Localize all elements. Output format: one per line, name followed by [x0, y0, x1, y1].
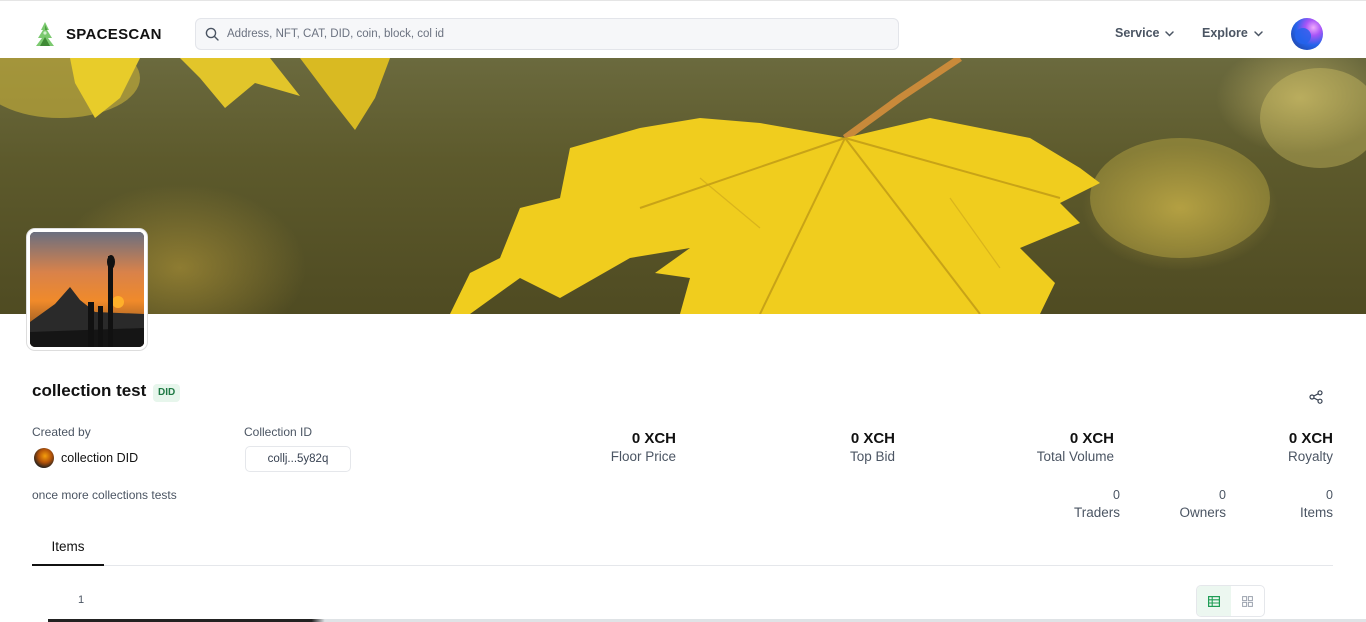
stat-value: 0 XCH [1069, 430, 1114, 447]
table-view-icon [1207, 595, 1220, 607]
chevron-down-icon [1165, 30, 1175, 37]
tab-bar: Items [32, 528, 1333, 566]
logo[interactable]: SPACESCAN [32, 21, 162, 47]
stat-label: Total Volume [1036, 449, 1114, 464]
search-bar[interactable] [195, 18, 899, 50]
stat-label: Royalty [1287, 449, 1333, 464]
nav-explore-label: Explore [1202, 26, 1248, 40]
grid-view-button[interactable] [1231, 586, 1265, 616]
creator-link[interactable]: collection DID [34, 448, 138, 468]
brand-name: SPACESCAN [66, 25, 162, 43]
count-value: 0 [1113, 488, 1120, 502]
count-label: Owners [1179, 505, 1226, 520]
stat-royalty: 0 XCH Royalty [1233, 430, 1333, 464]
view-toggle [1196, 585, 1265, 617]
stat-top-bid: 0 XCH Top Bid [795, 430, 895, 464]
user-avatar[interactable] [1291, 18, 1323, 50]
banner-image [0, 58, 1366, 314]
count-value: 0 [1326, 488, 1333, 502]
count-items: 0 Items [1253, 488, 1333, 520]
stat-floor-price: 0 XCH Floor Price [576, 430, 676, 464]
collection-avatar-image [30, 232, 144, 347]
page-number[interactable]: 1 [78, 594, 84, 606]
creator-avatar [34, 448, 54, 468]
count-value: 0 [1219, 488, 1226, 502]
share-icon [1309, 390, 1323, 404]
creator-name: collection DID [61, 451, 139, 465]
count-label: Traders [1073, 505, 1120, 520]
did-badge: DID [153, 384, 181, 402]
collection-description: once more collections tests [32, 488, 177, 502]
count-owners: 0 Owners [1146, 488, 1226, 520]
count-traders: 0 Traders [1040, 488, 1120, 520]
stat-label: Floor Price [610, 449, 676, 464]
nav-service[interactable]: Service [1115, 26, 1175, 40]
collection-banner [0, 58, 1366, 314]
stat-total-volume: 0 XCH Total Volume [994, 430, 1114, 464]
stat-value: 0 XCH [1288, 430, 1333, 447]
chevron-down-icon [1254, 30, 1263, 37]
nav-service-label: Service [1115, 26, 1160, 40]
table-view-button[interactable] [1197, 586, 1231, 616]
search-input[interactable] [227, 28, 867, 40]
top-header: SPACESCAN Service Explore [0, 0, 1366, 58]
stat-value: 0 XCH [631, 430, 676, 447]
collection-avatar [27, 229, 147, 350]
tab-items[interactable]: Items [32, 528, 104, 566]
count-label: Items [1299, 505, 1333, 520]
collection-id-label: Collection ID [244, 425, 313, 439]
share-button[interactable] [1305, 386, 1327, 408]
spacescan-logo-icon [36, 22, 54, 46]
stat-label: Top Bid [849, 449, 895, 464]
search-icon [205, 27, 219, 41]
stat-value: 0 XCH [850, 430, 895, 447]
collection-id-copy[interactable]: collj...5y82q [245, 446, 351, 472]
nav-explore[interactable]: Explore [1202, 26, 1264, 40]
created-by-label: Created by [32, 425, 91, 439]
collection-title: collection test [32, 381, 147, 400]
grid-view-icon [1241, 595, 1253, 607]
